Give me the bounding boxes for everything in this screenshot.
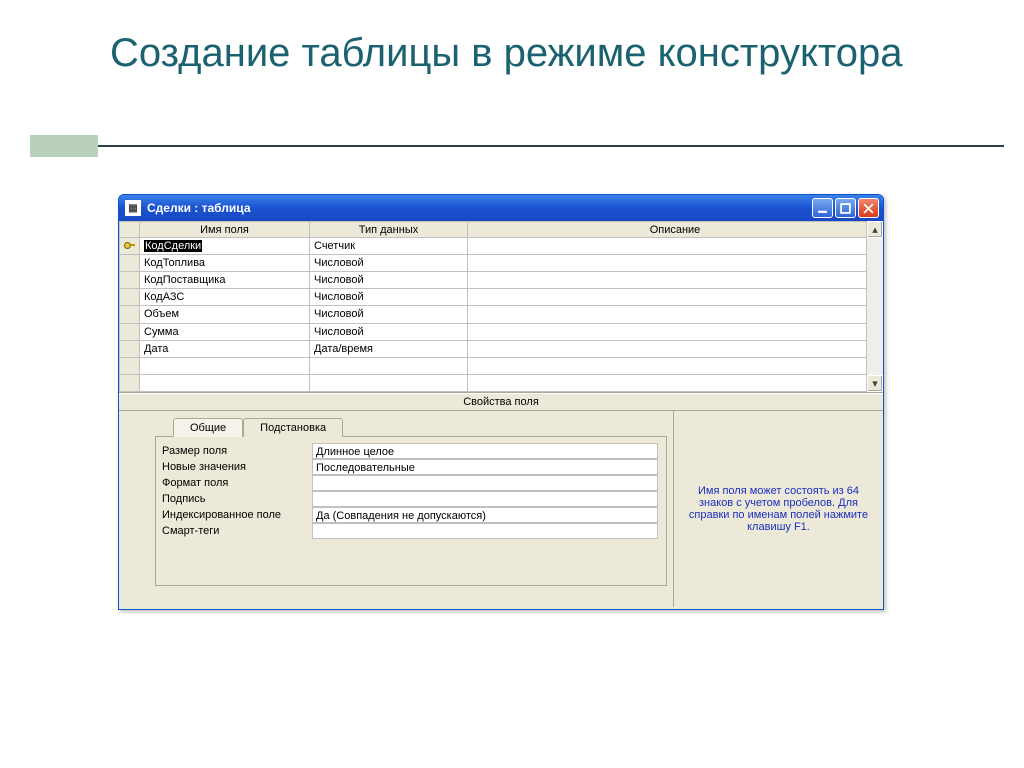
field-type-cell[interactable]: Числовой xyxy=(310,272,468,289)
prop-value-smart-tags[interactable] xyxy=(312,523,658,539)
maximize-button[interactable] xyxy=(835,198,856,218)
table-row[interactable]: СуммаЧисловой xyxy=(120,323,883,340)
field-name-cell[interactable]: КодАЗС xyxy=(140,289,310,306)
row-selector[interactable] xyxy=(120,289,140,306)
properties-separator: Свойства поля xyxy=(119,393,883,411)
field-name-cell[interactable]: КодПоставщика xyxy=(140,272,310,289)
field-grid[interactable]: Имя поля Тип данных Описание КодСделкиСч… xyxy=(119,221,883,392)
field-grid-area: Имя поля Тип данных Описание КодСделкиСч… xyxy=(119,221,883,393)
table-row[interactable]: ОбъемЧисловой xyxy=(120,306,883,323)
row-selector[interactable] xyxy=(120,323,140,340)
field-name-cell[interactable] xyxy=(140,374,310,391)
field-desc-cell[interactable] xyxy=(468,374,883,391)
prop-value-format[interactable] xyxy=(312,475,658,491)
field-desc-cell[interactable] xyxy=(468,272,883,289)
field-desc-cell[interactable] xyxy=(468,289,883,306)
close-button[interactable] xyxy=(858,198,879,218)
title-rule xyxy=(98,145,1004,147)
slide-title: Создание таблицы в режиме конструктора xyxy=(110,30,910,76)
prop-value-new-values[interactable]: Последовательные xyxy=(312,459,658,475)
field-desc-cell[interactable] xyxy=(468,340,883,357)
maximize-icon xyxy=(840,203,851,214)
window-control-buttons xyxy=(812,198,879,218)
field-type-cell[interactable]: Числовой xyxy=(310,306,468,323)
field-type-cell[interactable]: Числовой xyxy=(310,289,468,306)
field-name-cell[interactable]: Сумма xyxy=(140,323,310,340)
column-header-type[interactable]: Тип данных xyxy=(310,222,468,238)
prop-row-caption: Подпись xyxy=(162,491,666,507)
row-selector[interactable] xyxy=(120,357,140,374)
field-name-cell[interactable]: Дата xyxy=(140,340,310,357)
field-type-cell[interactable]: Дата/время xyxy=(310,340,468,357)
field-desc-cell[interactable] xyxy=(468,238,883,255)
table-row[interactable] xyxy=(120,374,883,391)
row-selector[interactable] xyxy=(120,340,140,357)
field-help-text: Имя поля может состоять из 64 знаков с у… xyxy=(673,411,883,607)
table-row[interactable]: КодПоставщикаЧисловой xyxy=(120,272,883,289)
tab-panel-general: Размер поля Длинное целое Новые значения… xyxy=(155,436,667,586)
column-header-desc[interactable]: Описание xyxy=(468,222,883,238)
field-type-cell[interactable]: Числовой xyxy=(310,255,468,272)
prop-value-caption[interactable] xyxy=(312,491,658,507)
field-name-cell[interactable] xyxy=(140,357,310,374)
prop-label-smart-tags: Смарт-теги xyxy=(162,523,312,539)
table-row[interactable]: ДатаДата/время xyxy=(120,340,883,357)
field-name-cell[interactable]: КодСделки xyxy=(140,238,310,255)
prop-row-size: Размер поля Длинное целое xyxy=(162,443,666,459)
column-header-selector[interactable] xyxy=(120,222,140,238)
vertical-scrollbar[interactable]: ▴ ▾ xyxy=(866,221,883,392)
field-name-cell[interactable]: Объем xyxy=(140,306,310,323)
prop-label-indexed: Индексированное поле xyxy=(162,507,312,523)
close-icon xyxy=(863,203,874,214)
primary-key-icon xyxy=(124,239,136,251)
properties-left-panel: Общие Подстановка Размер поля Длинное це… xyxy=(119,411,673,607)
window-titlebar[interactable]: ▦ Сделки : таблица xyxy=(119,195,883,221)
prop-label-new-values: Новые значения xyxy=(162,459,312,475)
field-type-cell[interactable]: Счетчик xyxy=(310,238,468,255)
window-title-text: Сделки : таблица xyxy=(147,201,812,215)
row-selector[interactable] xyxy=(120,255,140,272)
field-desc-cell[interactable] xyxy=(468,255,883,272)
row-selector[interactable] xyxy=(120,374,140,391)
scroll-up-button[interactable]: ▴ xyxy=(867,221,883,238)
prop-row-format: Формат поля xyxy=(162,475,666,491)
table-row[interactable]: КодТопливаЧисловой xyxy=(120,255,883,272)
field-desc-cell[interactable] xyxy=(468,323,883,340)
prop-value-indexed[interactable]: Да (Совпадения не допускаются) xyxy=(312,507,658,523)
field-type-cell[interactable] xyxy=(310,357,468,374)
prop-row-new-values: Новые значения Последовательные xyxy=(162,459,666,475)
window-icon: ▦ xyxy=(125,200,141,216)
column-header-name[interactable]: Имя поля xyxy=(140,222,310,238)
properties-pane: Общие Подстановка Размер поля Длинное це… xyxy=(119,411,883,607)
field-name-cell[interactable]: КодТоплива xyxy=(140,255,310,272)
table-row[interactable]: КодСделкиСчетчик xyxy=(120,238,883,255)
title-accent-box xyxy=(30,135,98,157)
properties-tabs: Общие Подстановка xyxy=(155,417,667,436)
table-row[interactable]: КодАЗСЧисловой xyxy=(120,289,883,306)
tab-lookup[interactable]: Подстановка xyxy=(243,418,343,437)
row-selector[interactable] xyxy=(120,238,140,255)
prop-label-format: Формат поля xyxy=(162,475,312,491)
field-type-cell[interactable]: Числовой xyxy=(310,323,468,340)
field-desc-cell[interactable] xyxy=(468,357,883,374)
prop-row-smart-tags: Смарт-теги xyxy=(162,523,666,539)
scroll-down-button[interactable]: ▾ xyxy=(867,375,883,392)
prop-row-indexed: Индексированное поле Да (Совпадения не д… xyxy=(162,507,666,523)
row-selector[interactable] xyxy=(120,272,140,289)
tab-general[interactable]: Общие xyxy=(173,418,243,437)
minimize-button[interactable] xyxy=(812,198,833,218)
prop-value-size[interactable]: Длинное целое xyxy=(312,443,658,459)
row-selector[interactable] xyxy=(120,306,140,323)
access-table-designer-window: ▦ Сделки : таблица Имя поля Тип xyxy=(118,194,884,610)
prop-label-size: Размер поля xyxy=(162,443,312,459)
prop-label-caption: Подпись xyxy=(162,491,312,507)
minimize-icon xyxy=(817,203,828,214)
grid-header-row: Имя поля Тип данных Описание xyxy=(120,222,883,238)
table-row[interactable] xyxy=(120,357,883,374)
field-type-cell[interactable] xyxy=(310,374,468,391)
field-desc-cell[interactable] xyxy=(468,306,883,323)
